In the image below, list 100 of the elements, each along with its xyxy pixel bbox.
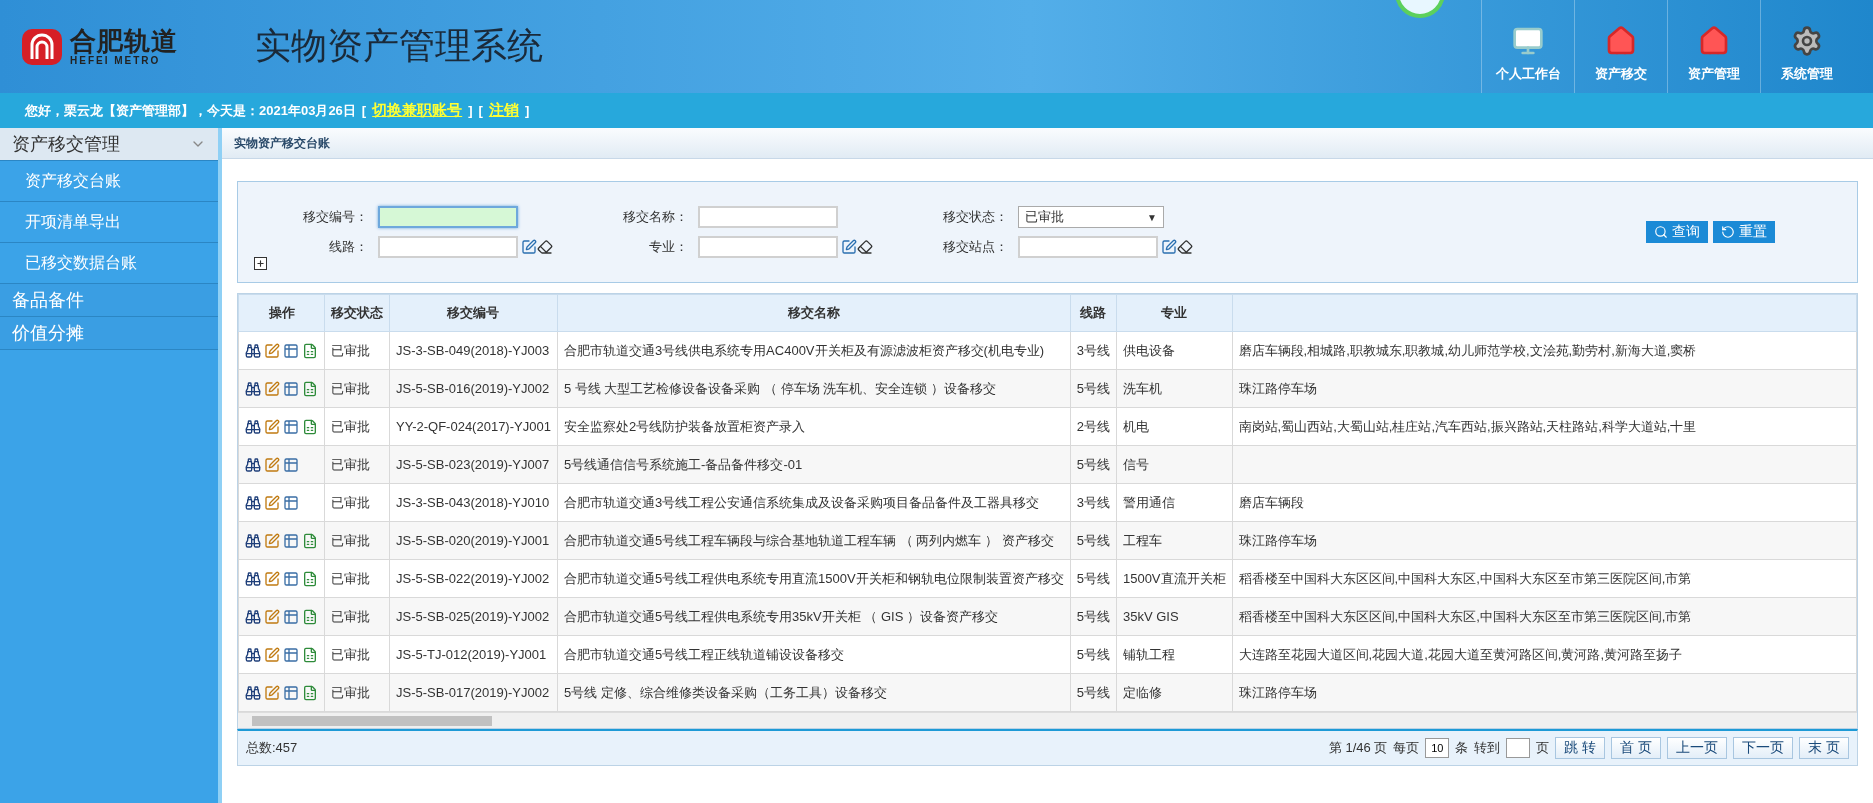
search-icon bbox=[1654, 225, 1668, 239]
binoculars-icon[interactable] bbox=[245, 342, 261, 359]
table-icon[interactable] bbox=[283, 646, 299, 663]
input-field[interactable] bbox=[698, 206, 838, 228]
pager-button[interactable]: 下一页 bbox=[1733, 737, 1794, 759]
spreadsheet-icon[interactable] bbox=[302, 570, 318, 587]
table-cell: 3号线 bbox=[1070, 331, 1117, 370]
input-field[interactable] bbox=[378, 206, 518, 228]
menu-group[interactable]: 备品备件 bbox=[0, 284, 218, 317]
table-cell: 35kV GIS bbox=[1116, 597, 1233, 636]
binoculars-icon[interactable] bbox=[245, 684, 261, 701]
table-cell: 5号线 bbox=[1070, 521, 1117, 560]
reset-button[interactable]: 重置 bbox=[1713, 221, 1775, 243]
table-cell: 5号线通信信号系统施工-备品备件移交-01 bbox=[557, 445, 1071, 484]
binoculars-icon[interactable] bbox=[245, 646, 261, 663]
menu-group[interactable]: 资产移交管理 bbox=[0, 128, 218, 161]
binoculars-icon[interactable] bbox=[245, 494, 261, 511]
bracket-text: [ bbox=[478, 103, 483, 118]
spreadsheet-icon[interactable] bbox=[302, 532, 318, 549]
edit-icon[interactable] bbox=[1161, 239, 1177, 255]
table-icon[interactable] bbox=[283, 570, 299, 587]
edit-icon[interactable] bbox=[841, 239, 857, 255]
page-info: 第 1/46 页 bbox=[1328, 739, 1388, 757]
spreadsheet-icon[interactable] bbox=[302, 646, 318, 663]
table-cell: JS-5-TJ-012(2019)-YJ001 bbox=[389, 635, 558, 674]
table-icon[interactable] bbox=[283, 456, 299, 473]
table-cell: 5号线 bbox=[1070, 559, 1117, 598]
binoculars-icon[interactable] bbox=[245, 570, 261, 587]
table-icon[interactable] bbox=[283, 684, 299, 701]
account-link[interactable]: 注销 bbox=[488, 101, 519, 120]
menu-group[interactable]: 价值分摊 bbox=[0, 317, 218, 350]
table-icon[interactable] bbox=[283, 418, 299, 435]
field-label: 移交名称： bbox=[622, 208, 689, 226]
table-cell: 5号线 bbox=[1070, 635, 1117, 674]
pager-button[interactable]: 首 页 bbox=[1611, 737, 1662, 759]
input-field[interactable] bbox=[698, 236, 838, 258]
table-cell: 珠江路停车场 bbox=[1232, 673, 1857, 712]
per-page-input[interactable]: 10 bbox=[1425, 738, 1450, 758]
spreadsheet-icon[interactable] bbox=[302, 418, 318, 435]
per-page-unit: 条 bbox=[1455, 739, 1469, 757]
eraser-icon[interactable] bbox=[1177, 239, 1193, 255]
table-icon[interactable] bbox=[283, 380, 299, 397]
table-icon[interactable] bbox=[283, 494, 299, 511]
horizontal-scrollbar[interactable] bbox=[238, 712, 1857, 728]
status-select[interactable]: 已审批 ▼ bbox=[1018, 206, 1164, 228]
pager-button[interactable]: 跳 转 bbox=[1555, 737, 1606, 759]
table-cell: 3号线 bbox=[1070, 483, 1117, 522]
table-icon[interactable] bbox=[283, 608, 299, 625]
binoculars-icon[interactable] bbox=[245, 380, 261, 397]
spreadsheet-icon[interactable] bbox=[302, 380, 318, 397]
table-cell: 定临修 bbox=[1116, 673, 1233, 712]
table-cell: 已审批 bbox=[324, 521, 390, 560]
table-cell: 已审批 bbox=[324, 483, 390, 522]
binoculars-icon[interactable] bbox=[245, 418, 261, 435]
settings-icon bbox=[1791, 25, 1823, 57]
goto-input[interactable] bbox=[1506, 738, 1531, 758]
spreadsheet-icon[interactable] bbox=[302, 608, 318, 625]
table-cell: 5号线 bbox=[1070, 445, 1117, 484]
greeting-text: 您好，栗云龙【资产管理部】，今天是：2021年03月26日 bbox=[25, 101, 356, 120]
binoculars-icon[interactable] bbox=[245, 532, 261, 549]
table-icon[interactable] bbox=[283, 532, 299, 549]
input-field[interactable] bbox=[378, 236, 518, 258]
house-icon bbox=[1698, 25, 1730, 57]
spreadsheet-icon[interactable] bbox=[302, 684, 318, 701]
pager-button[interactable]: 末 页 bbox=[1799, 737, 1849, 759]
edit-icon[interactable] bbox=[521, 239, 537, 255]
binoculars-icon[interactable] bbox=[245, 608, 261, 625]
table-cell: 南岗站,蜀山西站,大蜀山站,桂庄站,汽车西站,振兴路站,天柱路站,科学大道站,十里 bbox=[1232, 407, 1857, 446]
input-field[interactable] bbox=[1018, 236, 1158, 258]
spreadsheet-icon[interactable] bbox=[302, 342, 318, 359]
table-cell: 珠江路停车场 bbox=[1232, 369, 1857, 408]
table-cell: 已审批 bbox=[324, 673, 390, 712]
eraser-icon[interactable] bbox=[537, 239, 553, 255]
table-cell: 机电 bbox=[1116, 407, 1233, 446]
table-cell: JS-5-SB-025(2019)-YJ002 bbox=[389, 597, 558, 636]
table-cell: 合肥市轨道交通3号线工程公安通信系统集成及设备采购项目备品备件及工器具移交 bbox=[557, 483, 1071, 522]
table-cell: 已审批 bbox=[324, 331, 390, 370]
search-button[interactable]: 查询 bbox=[1646, 221, 1708, 243]
table-cell: 已审批 bbox=[324, 369, 390, 408]
table-cell: JS-5-SB-017(2019)-YJ002 bbox=[389, 673, 558, 712]
table-cell: 合肥市轨道交通5号线工程车辆段与综合基地轨道工程车辆 （ 两列内燃车 ） 资产移交 bbox=[557, 521, 1071, 560]
table-icon[interactable] bbox=[283, 342, 299, 359]
pager-button[interactable]: 上一页 bbox=[1667, 737, 1728, 759]
table-cell: 稻香楼至中国科大东区区间,中国科大东区,中国科大东区至市第三医院区间,市第 bbox=[1232, 597, 1857, 636]
binoculars-icon[interactable] bbox=[245, 456, 261, 473]
logo-icon bbox=[20, 26, 64, 67]
expand-icon[interactable] bbox=[254, 257, 267, 270]
logo-text: 合肥轨道 bbox=[70, 27, 178, 55]
eraser-icon[interactable] bbox=[857, 239, 873, 255]
table-cell: 安全监察处2号线防护装备放置柜资产录入 bbox=[557, 407, 1071, 446]
table-cell: YY-2-QF-024(2017)-YJ001 bbox=[389, 407, 558, 446]
total-count: 总数:457 bbox=[246, 739, 298, 757]
table-cell: 1500V直流开关柜 bbox=[1116, 559, 1233, 598]
table-cell: 合肥市轨道交通5号线工程供电系统专用直流1500V开关柜和钢轨电位限制装置资产移交 bbox=[557, 559, 1071, 598]
goto-label: 转到 bbox=[1474, 739, 1501, 757]
account-link[interactable]: 切换兼职账号 bbox=[372, 101, 463, 120]
table-cell: 5 号线 大型工艺检修设备设备采购 （ 停车场 洗车机、安全连锁 ）设备移交 bbox=[557, 369, 1071, 408]
field-label: 移交站点： bbox=[942, 238, 1009, 256]
table-cell: 珠江路停车场 bbox=[1232, 521, 1857, 560]
table-cell: 已审批 bbox=[324, 445, 390, 484]
